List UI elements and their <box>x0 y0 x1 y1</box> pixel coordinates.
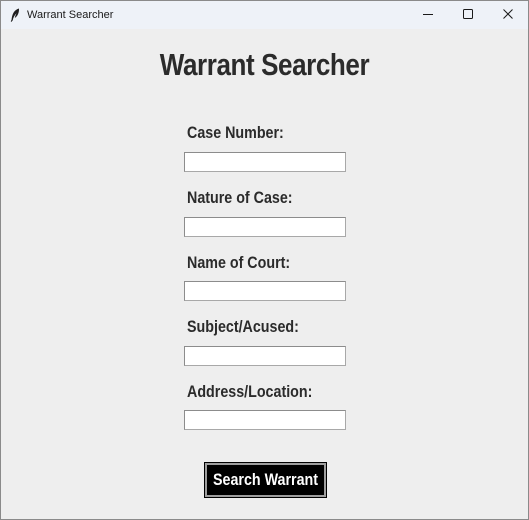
maximize-icon <box>463 6 473 24</box>
subject-accused-label: Subject/Acused: <box>187 317 299 336</box>
close-button[interactable] <box>488 1 528 29</box>
name-of-court-input[interactable] <box>184 281 346 301</box>
nature-of-case-label: Nature of Case: <box>187 188 293 207</box>
name-of-court-label: Name of Court: <box>187 253 291 272</box>
case-number-input[interactable] <box>184 152 346 172</box>
form-panel: Warrant Searcher Case Number: Nature of … <box>1 29 528 519</box>
minimize-button[interactable] <box>408 1 448 29</box>
address-location-label: Address/Location: <box>187 382 313 401</box>
address-location-input[interactable] <box>184 410 346 430</box>
title-bar[interactable]: Warrant Searcher <box>1 1 528 29</box>
app-window: Warrant Searcher Warrant Searcher Case N… <box>0 0 529 520</box>
close-icon <box>503 6 513 24</box>
nature-of-case-input[interactable] <box>184 217 346 237</box>
window-controls <box>408 1 528 29</box>
page-title: Warrant Searcher <box>159 47 370 82</box>
maximize-button[interactable] <box>448 1 488 29</box>
minimize-icon <box>423 6 433 24</box>
search-warrant-label: Search Warrant <box>212 470 319 489</box>
feather-icon <box>9 8 21 22</box>
search-warrant-button[interactable]: Search Warrant <box>204 462 327 498</box>
window-title: Warrant Searcher <box>27 9 114 21</box>
subject-accused-input[interactable] <box>184 346 346 366</box>
case-number-label: Case Number: <box>187 123 284 142</box>
